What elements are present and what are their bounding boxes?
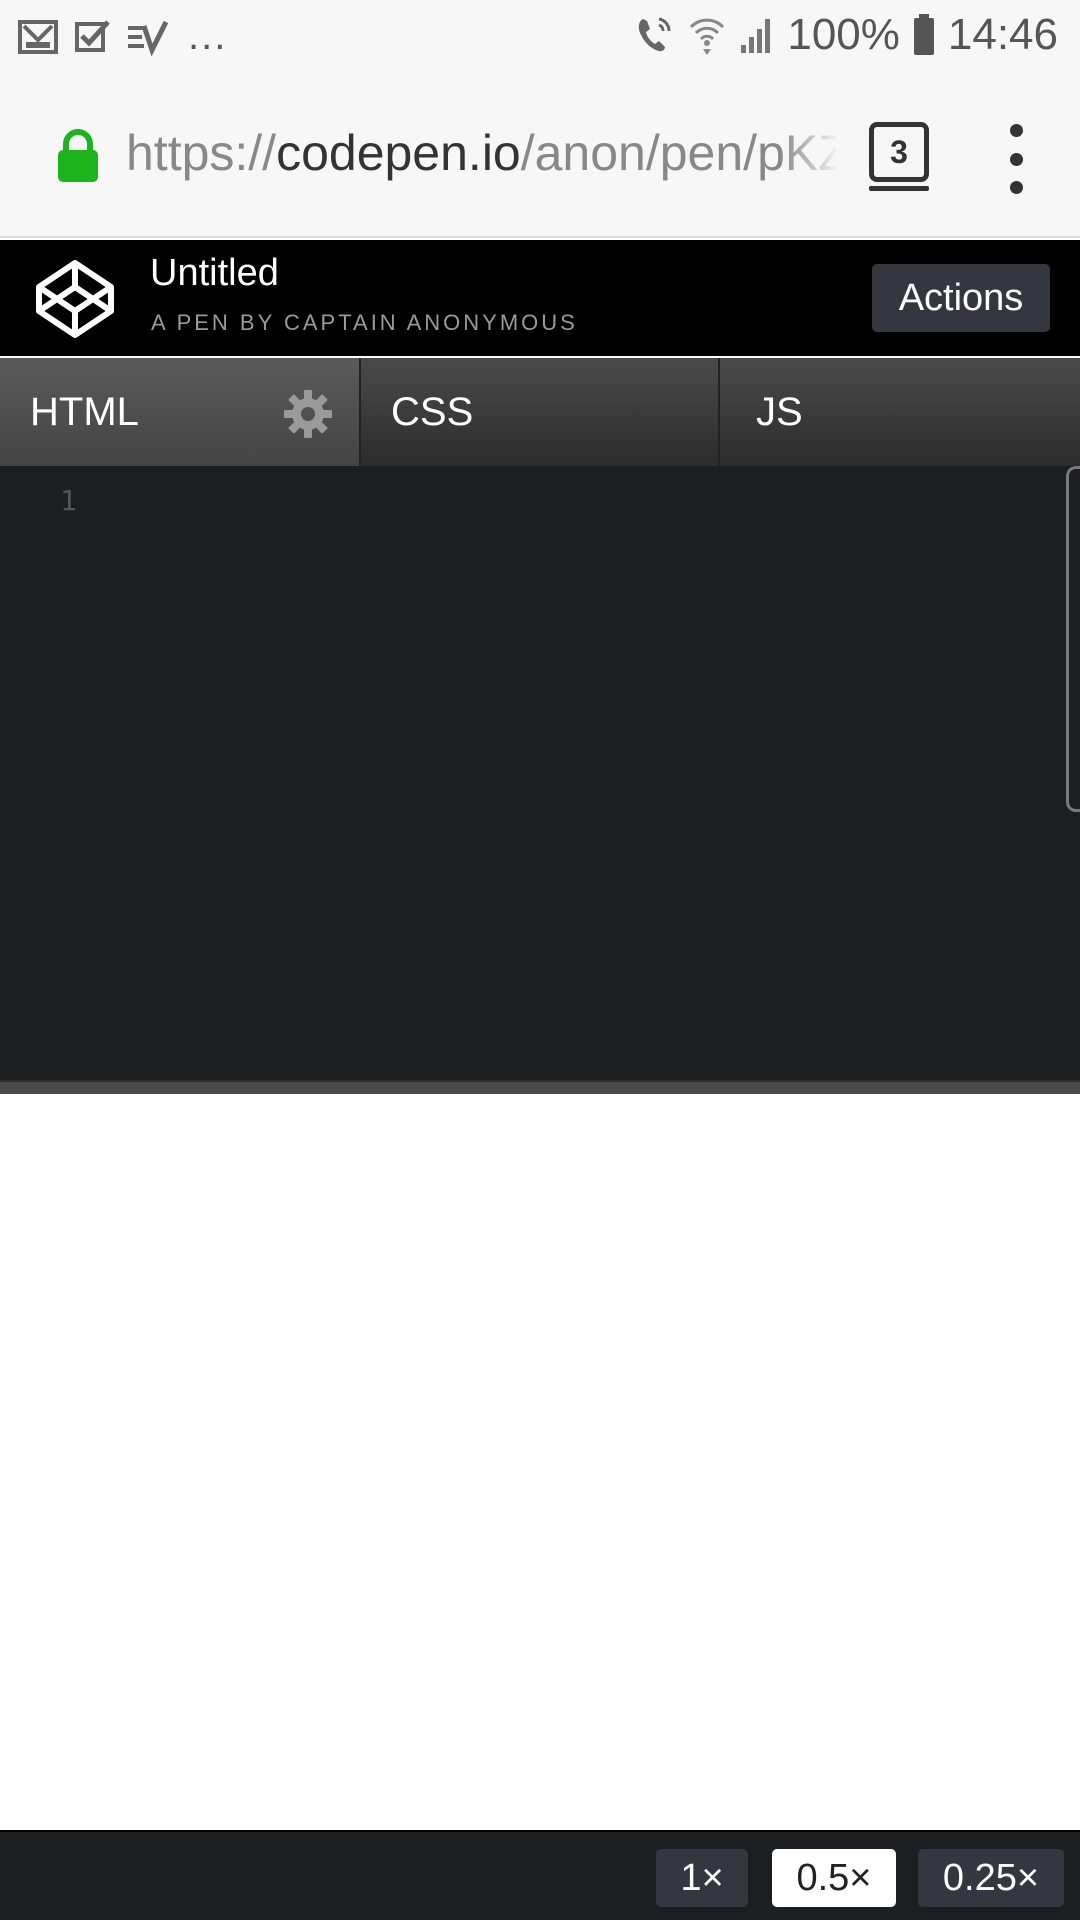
tab-label: CSS xyxy=(391,389,474,434)
result-preview[interactable] xyxy=(0,1094,1080,1830)
notification-icons: ... xyxy=(18,14,227,59)
status-bar: ... 100% 14:46 xyxy=(0,0,1080,76)
overflow-menu-icon[interactable] xyxy=(1002,124,1030,194)
pen-title[interactable]: Untitled xyxy=(150,252,279,295)
editor-tabs: HTML CSS JS xyxy=(0,358,1080,466)
url-scheme: https:// xyxy=(126,125,277,181)
call-icon xyxy=(639,17,671,52)
gear-icon[interactable] xyxy=(284,390,332,438)
wifi-icon xyxy=(690,18,725,55)
tab-html[interactable]: HTML xyxy=(0,358,359,466)
tab-label: JS xyxy=(756,389,803,434)
browser-toolbar: https://codepen.io/anon/pen/pKZ 3 xyxy=(0,76,1080,238)
more-notifications: ... xyxy=(188,14,228,58)
editor-resize-handle[interactable] xyxy=(0,1080,1080,1094)
tab-switcher-button[interactable]: 3 xyxy=(869,122,929,191)
system-icons: 100% 14:46 xyxy=(635,10,1058,60)
tab-js[interactable]: JS xyxy=(718,358,1080,466)
editor-scrollbar[interactable] xyxy=(1066,466,1080,812)
pen-author: A PEN BY CAPTAIN ANONYMOUS xyxy=(151,310,578,335)
tab-label: HTML xyxy=(30,389,139,434)
line-gutter: 1 xyxy=(0,466,92,1080)
zoom-0.25x-button[interactable]: 0.25× xyxy=(918,1849,1064,1907)
clock: 14:46 xyxy=(947,10,1058,59)
gmail-icon xyxy=(18,19,58,54)
url-fade xyxy=(780,116,840,196)
url-host: codepen.io xyxy=(276,125,521,181)
actions-button[interactable]: Actions xyxy=(872,264,1050,332)
evernote-icon xyxy=(128,20,169,56)
battery-percent: 100% xyxy=(787,10,900,59)
zoom-1x-button[interactable]: 1× xyxy=(656,1849,748,1907)
signal-icon xyxy=(741,19,771,53)
codepen-header: Untitled A PEN BY CAPTAIN ANONYMOUS Acti… xyxy=(0,240,1080,356)
lock-icon[interactable] xyxy=(56,128,100,184)
battery-icon xyxy=(913,14,934,55)
zoom-bar: 1× 0.5× 0.25× xyxy=(0,1830,1080,1920)
zoom-0.5x-button[interactable]: 0.5× xyxy=(772,1849,896,1907)
tab-css[interactable]: CSS xyxy=(359,358,718,466)
line-number: 1 xyxy=(60,484,77,517)
codepen-logo-icon[interactable] xyxy=(34,258,116,340)
tasks-icon xyxy=(75,19,110,52)
html-code-editor[interactable]: 1 xyxy=(0,466,1080,1080)
url-field[interactable]: https://codepen.io/anon/pen/pKZ xyxy=(126,124,836,194)
